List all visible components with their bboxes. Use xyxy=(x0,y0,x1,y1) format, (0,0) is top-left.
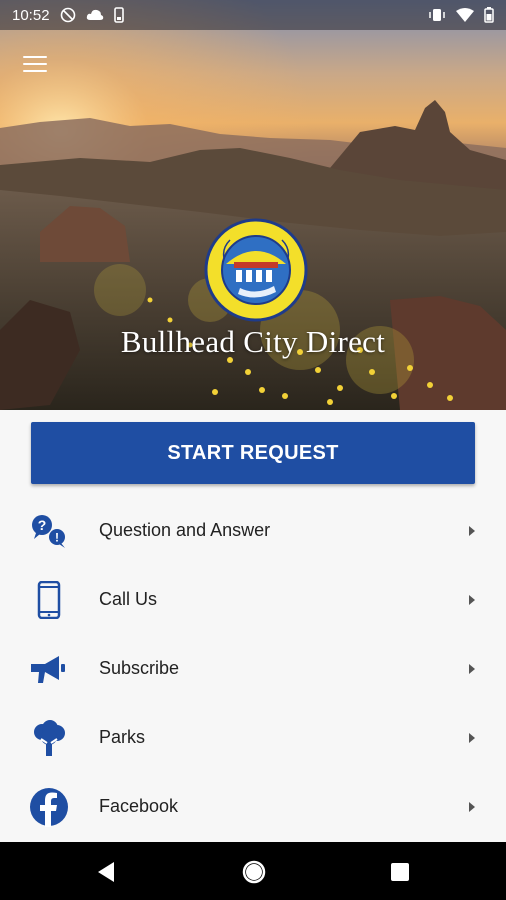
menu-item-label: Call Us xyxy=(99,589,158,609)
menu-item-parks[interactable]: Parks xyxy=(0,703,506,772)
question-answer-icon: ? ! xyxy=(28,510,70,552)
start-request-button[interactable]: START REQUEST xyxy=(31,422,475,484)
chevron-right-icon xyxy=(469,663,475,674)
home-icon[interactable] xyxy=(242,860,266,884)
menu-item-call-us[interactable]: Call Us xyxy=(0,565,506,634)
svg-text:?: ? xyxy=(38,517,47,533)
back-icon[interactable] xyxy=(96,861,116,883)
menu-item-facebook[interactable]: Facebook xyxy=(0,772,506,841)
phone-icon xyxy=(113,7,124,23)
vibrate-icon xyxy=(429,9,445,21)
hamburger-menu-icon[interactable] xyxy=(20,52,50,76)
chevron-right-icon xyxy=(469,801,475,812)
menu-item-question-and-answer[interactable]: ? ! Question and Answer xyxy=(0,496,506,565)
chevron-right-icon xyxy=(469,732,475,743)
menu-list: ? ! Question and Answer Call Us Subscrib… xyxy=(0,496,506,841)
status-time: 10:52 xyxy=(12,6,50,24)
phone-icon xyxy=(28,579,70,621)
menu-item-label: Subscribe xyxy=(99,658,180,678)
menu-item-label: Question and Answer xyxy=(99,520,271,540)
tree-icon xyxy=(28,717,70,759)
do-not-disturb-icon xyxy=(60,7,75,23)
facebook-icon xyxy=(28,786,70,828)
recent-apps-icon[interactable] xyxy=(390,862,410,882)
hero-banner: Bullhead City Direct xyxy=(0,0,506,410)
city-seal-logo xyxy=(204,218,308,322)
app-title: Bullhead City Direct xyxy=(120,324,386,359)
chevron-right-icon xyxy=(469,525,475,536)
battery-icon xyxy=(484,7,494,23)
wifi-icon xyxy=(456,8,474,22)
megaphone-icon xyxy=(28,648,70,690)
menu-item-label: Parks xyxy=(99,727,146,747)
menu-item-label: Facebook xyxy=(99,796,179,816)
system-navigation-bar xyxy=(0,842,506,900)
menu-item-subscribe[interactable]: Subscribe xyxy=(0,634,506,703)
svg-text:!: ! xyxy=(55,530,59,544)
status-bar: 10:52 xyxy=(0,0,506,30)
cloud-icon xyxy=(86,9,103,20)
chevron-right-icon xyxy=(469,594,475,605)
